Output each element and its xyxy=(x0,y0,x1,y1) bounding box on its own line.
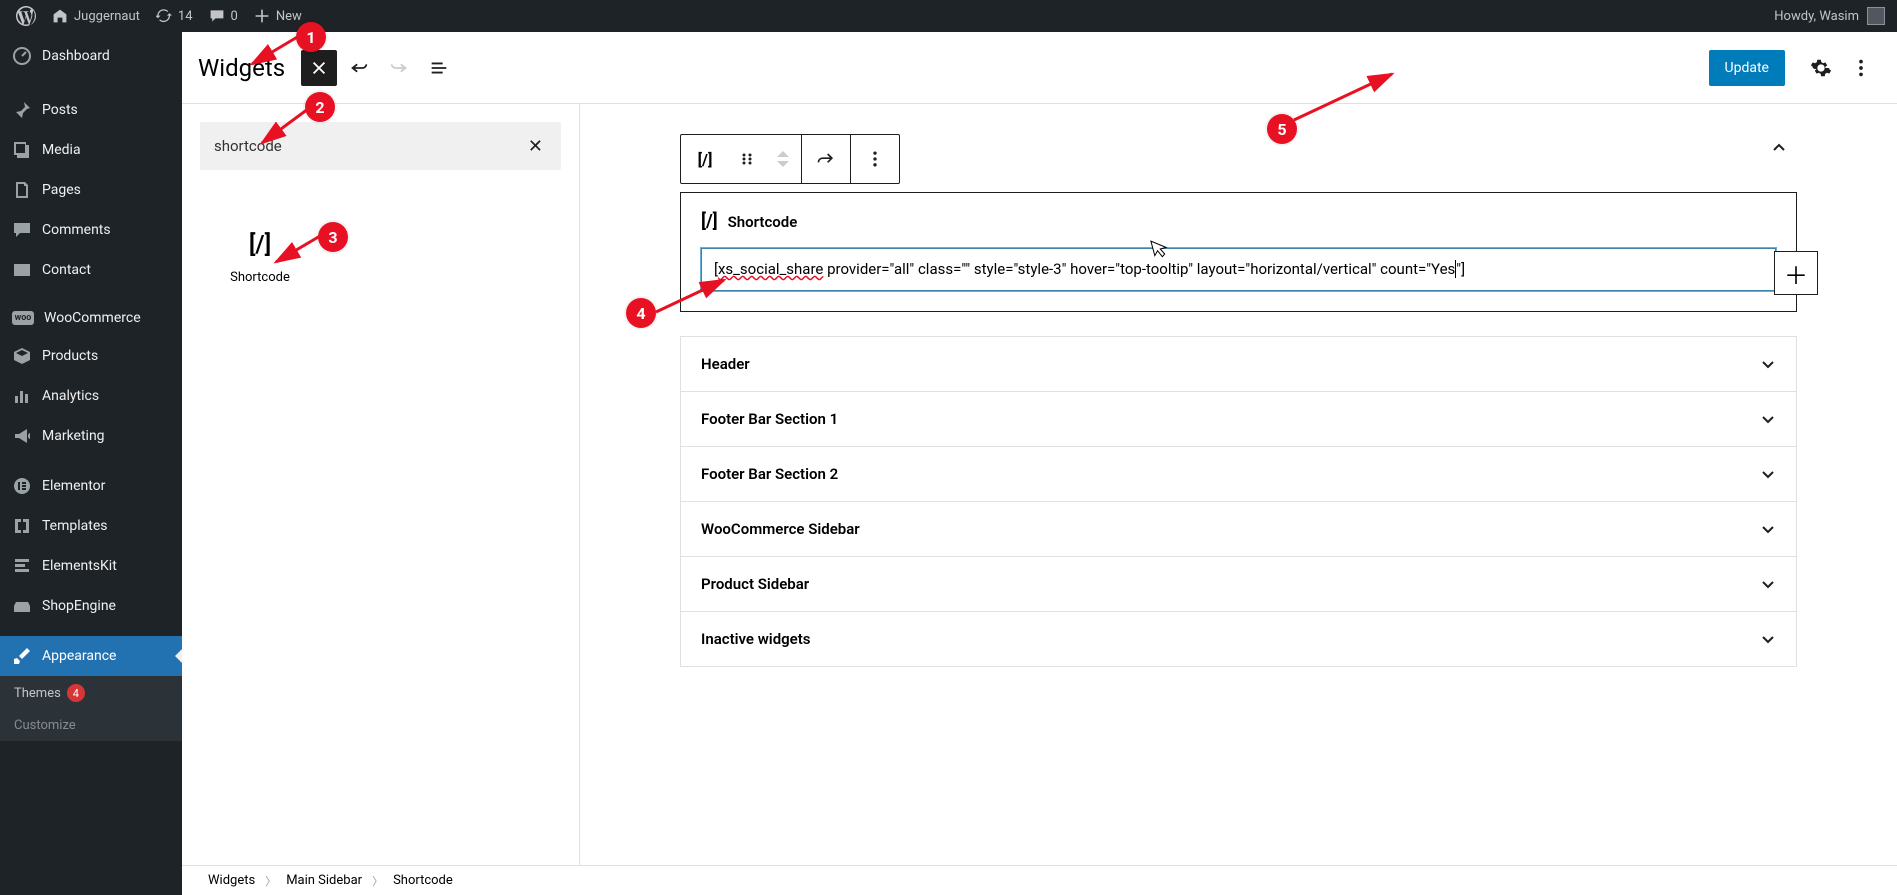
breadcrumb-shortcode[interactable]: Shortcode xyxy=(393,873,453,888)
area-header[interactable]: Header xyxy=(680,336,1797,391)
breadcrumb-widgets[interactable]: Widgets xyxy=(208,873,255,888)
inserter-toggle[interactable] xyxy=(301,50,337,86)
redo-button xyxy=(381,50,417,86)
chevron-down-icon xyxy=(1760,521,1776,537)
menu-dashboard[interactable]: Dashboard xyxy=(0,32,182,80)
chart-icon xyxy=(12,386,32,406)
area-woo-sidebar[interactable]: WooCommerce Sidebar xyxy=(680,501,1797,556)
menu-shopengine[interactable]: ShopEngine xyxy=(0,586,182,626)
list-view-button[interactable] xyxy=(421,50,457,86)
editor-header: Widgets Update xyxy=(182,32,1897,104)
shortcode-icon: [/] xyxy=(249,230,271,258)
breadcrumb-main-sidebar[interactable]: Main Sidebar xyxy=(286,873,362,888)
area-product-sidebar[interactable]: Product Sidebar xyxy=(680,556,1797,611)
block-toolbar: [/] xyxy=(680,134,900,184)
user-menu[interactable]: Howdy, Wasim xyxy=(1774,7,1889,25)
clear-search-icon[interactable]: ✕ xyxy=(524,132,547,161)
chevron-down-icon xyxy=(1760,411,1776,427)
block-search[interactable]: ✕ xyxy=(200,122,561,170)
admin-bar: Juggernaut 14 0 New Howdy, Wasim xyxy=(0,0,1897,32)
site-name: Juggernaut xyxy=(74,9,140,24)
shopengine-icon xyxy=(12,596,32,616)
menu-pages[interactable]: Pages xyxy=(0,170,182,210)
ekit-icon xyxy=(12,556,32,576)
menu-elementskit[interactable]: ElementsKit xyxy=(0,546,182,586)
chevron-down-icon xyxy=(1760,576,1776,592)
move-to-button[interactable] xyxy=(802,135,850,183)
chevron-down-icon xyxy=(1760,466,1776,482)
brush-icon xyxy=(12,646,32,666)
content-area: Widgets Update ✕ [/] xyxy=(182,32,1897,895)
add-block-button[interactable]: ＋ xyxy=(1774,251,1818,295)
admin-sidebar: Dashboard Posts Media Pages Comments Con… xyxy=(0,32,182,895)
editor-canvas: [/] xyxy=(580,104,1897,865)
widget-areas-list: Header Footer Bar Section 1 Footer Bar S… xyxy=(680,336,1797,667)
annotation-3: 3 xyxy=(318,222,348,252)
block-inserter-panel: ✕ [/] Shortcode xyxy=(182,104,580,865)
annotation-4: 4 xyxy=(626,298,656,328)
update-button[interactable]: Update xyxy=(1709,50,1785,86)
shortcode-block[interactable]: [/] Shortcode [xs_social_share provider=… xyxy=(680,192,1797,312)
comment-icon xyxy=(12,220,32,240)
dashboard-icon xyxy=(12,46,32,66)
menu-posts[interactable]: Posts xyxy=(0,90,182,130)
menu-comments[interactable]: Comments xyxy=(0,210,182,250)
site-link[interactable]: Juggernaut xyxy=(44,0,148,32)
media-icon xyxy=(12,140,32,160)
undo-button[interactable] xyxy=(341,50,377,86)
block-search-input[interactable] xyxy=(214,137,524,155)
box-icon xyxy=(12,346,32,366)
more-options-button[interactable] xyxy=(1841,48,1881,88)
menu-templates[interactable]: Templates xyxy=(0,506,182,546)
menu-products[interactable]: Products xyxy=(0,336,182,376)
menu-analytics[interactable]: Analytics xyxy=(0,376,182,416)
templates-icon xyxy=(12,516,32,536)
area-footer1[interactable]: Footer Bar Section 1 xyxy=(680,391,1797,446)
annotation-2: 2 xyxy=(305,92,335,122)
move-buttons[interactable] xyxy=(765,135,801,183)
block-type-button[interactable]: [/] xyxy=(681,135,729,183)
shortcode-block-title: Shortcode xyxy=(728,213,798,231)
chevron-down-icon xyxy=(1760,631,1776,647)
collapse-area-button[interactable] xyxy=(1761,130,1797,166)
mail-icon xyxy=(12,260,32,280)
shortcode-input[interactable]: [xs_social_share provider="all" class=""… xyxy=(701,248,1776,291)
submenu-customize[interactable]: Customize xyxy=(0,710,182,741)
themes-badge: 4 xyxy=(67,684,85,702)
woo-icon: woo xyxy=(12,311,34,325)
comments-link[interactable]: 0 xyxy=(201,0,246,32)
block-more-button[interactable] xyxy=(851,135,899,183)
settings-button[interactable] xyxy=(1801,48,1841,88)
shortcode-icon: [/] xyxy=(701,211,718,232)
menu-contact[interactable]: Contact xyxy=(0,250,182,290)
breadcrumb: Widgets 〉 Main Sidebar 〉 Shortcode xyxy=(182,865,1897,895)
submenu-themes[interactable]: Themes 4 xyxy=(0,676,182,710)
pin-icon xyxy=(12,100,32,120)
block-result-shortcode[interactable]: [/] Shortcode xyxy=(200,210,320,293)
area-footer2[interactable]: Footer Bar Section 2 xyxy=(680,446,1797,501)
updates-link[interactable]: 14 xyxy=(148,0,201,32)
comments-count: 0 xyxy=(231,9,238,24)
updates-count: 14 xyxy=(178,9,193,24)
menu-media[interactable]: Media xyxy=(0,130,182,170)
chevron-right-icon: 〉 xyxy=(372,873,383,889)
page-icon xyxy=(12,180,32,200)
annotation-5: 5 xyxy=(1267,114,1297,144)
annotation-1: 1 xyxy=(296,22,326,52)
menu-appearance[interactable]: Appearance xyxy=(0,636,182,676)
chevron-down-icon xyxy=(1760,356,1776,372)
menu-marketing[interactable]: Marketing xyxy=(0,416,182,456)
area-inactive[interactable]: Inactive widgets xyxy=(680,611,1797,667)
horn-icon xyxy=(12,426,32,446)
avatar xyxy=(1867,7,1885,25)
chevron-right-icon: 〉 xyxy=(265,873,276,889)
elementor-icon xyxy=(12,476,32,496)
new-label: New xyxy=(276,9,302,24)
drag-handle[interactable] xyxy=(729,135,765,183)
page-title: Widgets xyxy=(198,54,285,82)
menu-elementor[interactable]: Elementor xyxy=(0,466,182,506)
menu-woocommerce[interactable]: woo WooCommerce xyxy=(0,300,182,336)
wp-logo[interactable] xyxy=(8,0,44,32)
